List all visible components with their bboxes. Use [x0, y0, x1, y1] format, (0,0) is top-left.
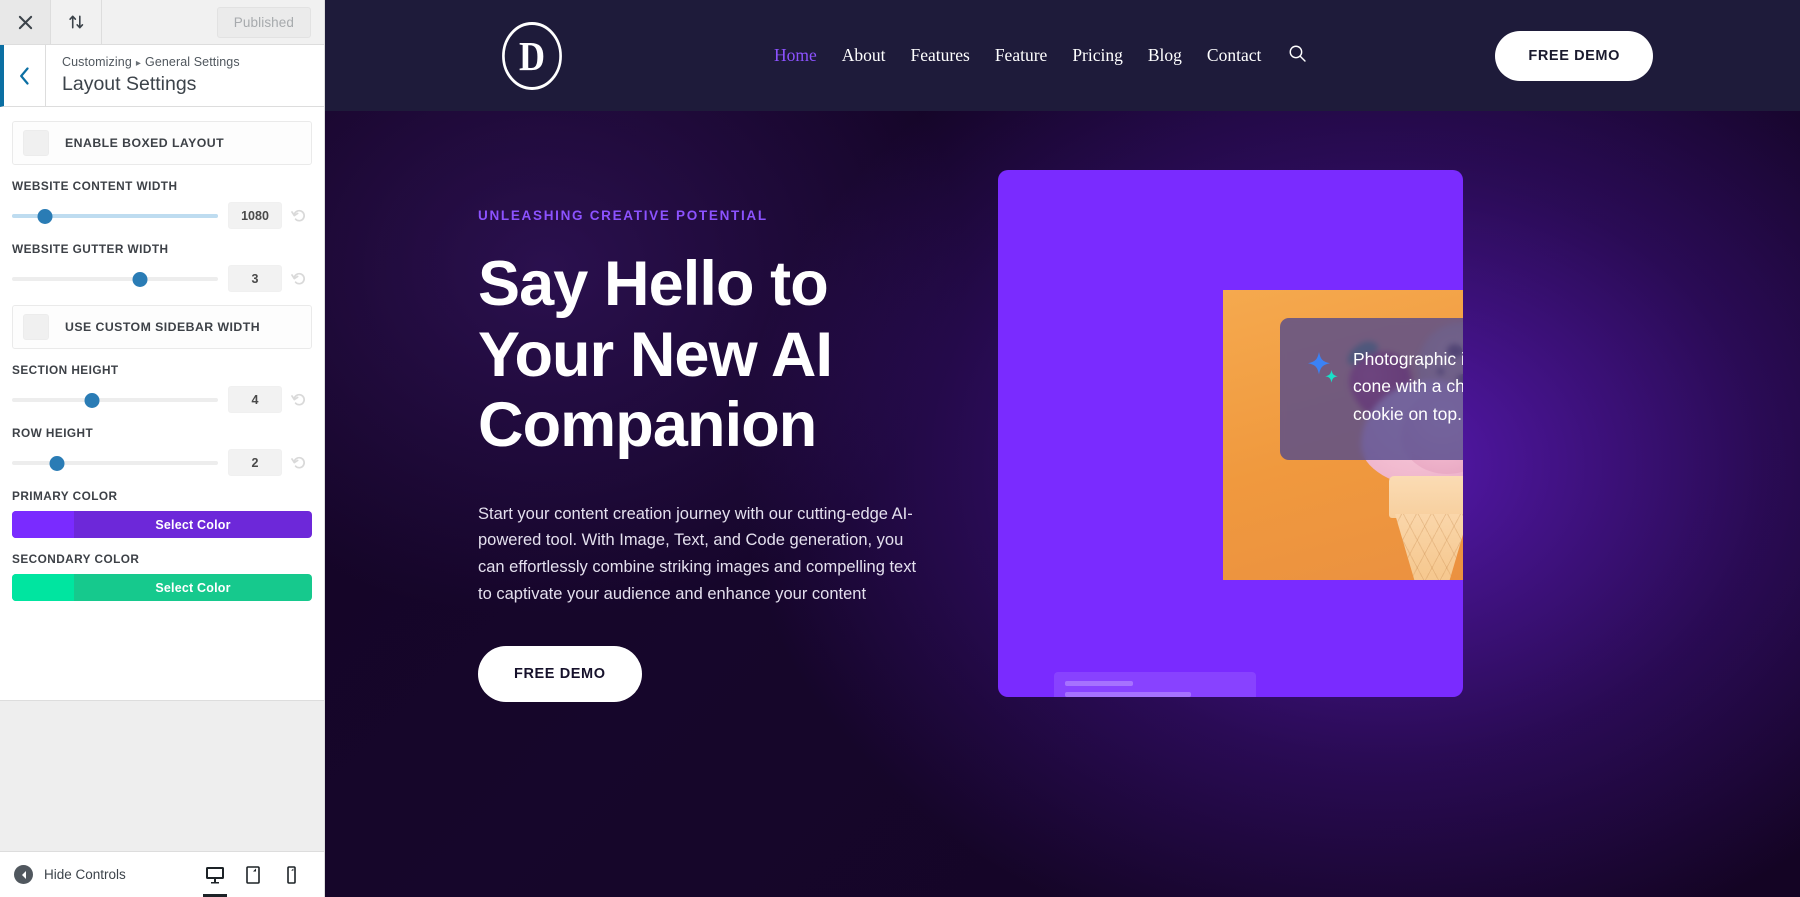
- range-control: ROW HEIGHT 2: [12, 426, 312, 476]
- site-header: D Home About Features Feature Pricing Blog Con…: [325, 0, 1800, 111]
- reset-icon[interactable]: [286, 455, 312, 471]
- nav-item-features[interactable]: Features: [911, 45, 970, 66]
- hero-section: UNLEASHING CREATIVE POTENTIAL Say Hello …: [325, 111, 1800, 897]
- main-navigation: Home About Features Feature Pricing Blog Conta…: [774, 43, 1309, 68]
- range-label: WEBSITE CONTENT WIDTH: [12, 179, 178, 193]
- range-control: WEBSITE CONTENT WIDTH 1080: [12, 179, 312, 229]
- checkbox-label: USE CUSTOM SIDEBAR WIDTH: [65, 320, 261, 334]
- ai-prompt-card: Photographic ice cream cone with a choco…: [1280, 318, 1463, 460]
- chevron-left-icon[interactable]: [4, 45, 46, 106]
- nav-item-pricing[interactable]: Pricing: [1072, 45, 1123, 66]
- page-title: Layout Settings: [62, 72, 197, 95]
- nav-item-blog[interactable]: Blog: [1148, 45, 1182, 66]
- select-color-button[interactable]: Select Color: [12, 574, 312, 601]
- customizer-panel: Published Customizing ▸ General Settings L…: [0, 0, 325, 897]
- range-control: WEBSITE GUTTER WIDTH 3: [12, 242, 312, 292]
- collapse-left-icon: [14, 865, 33, 884]
- select-color-button[interactable]: Select Color: [12, 511, 312, 538]
- customizer-controls: ENABLE BOXED LAYOUT WEBSITE CONTENT WIDTH…: [0, 107, 324, 700]
- sparkle-icon: [1304, 350, 1344, 392]
- range-value-input[interactable]: 4: [228, 386, 282, 413]
- hero-free-demo-button[interactable]: FREE DEMO: [478, 645, 642, 702]
- slider-track: [12, 460, 218, 465]
- nav-item-contact[interactable]: Contact: [1207, 45, 1261, 66]
- checkbox-box[interactable]: [23, 130, 49, 156]
- search-icon[interactable]: [1284, 40, 1315, 71]
- range-slider[interactable]: [12, 208, 218, 224]
- hero-paragraph: Start your content creation journey with…: [478, 504, 917, 603]
- device-preview-switcher: [196, 852, 310, 897]
- hero-eyebrow: UNLEASHING CREATIVE POTENTIAL: [478, 208, 768, 223]
- range-label: ROW HEIGHT: [12, 426, 94, 440]
- color-label: SECONDARY COLOR: [12, 552, 140, 566]
- customizer-empty-area: [0, 700, 324, 851]
- color-swatch: [12, 511, 74, 538]
- customizer-header: Customizing ▸ General Settings Layout Sett…: [0, 45, 324, 107]
- color-control: SECONDARY COLOR Select Color: [12, 552, 312, 601]
- hero-heading-line-3: Companion: [478, 390, 817, 461]
- nav-item-feature[interactable]: Feature: [995, 45, 1047, 66]
- slider-thumb[interactable]: [37, 208, 53, 224]
- checkbox-control[interactable]: USE CUSTOM SIDEBAR WIDTH: [12, 305, 312, 349]
- hero-heading-line-2: Your New AI: [478, 319, 833, 390]
- slider-thumb[interactable]: [132, 271, 148, 287]
- range-label: SECTION HEIGHT: [12, 363, 119, 377]
- site-preview: D Home About Features Feature Pricing Blog Con…: [325, 0, 1800, 897]
- customizer-toolbar: Published: [0, 0, 324, 45]
- hero-copy: UNLEASHING CREATIVE POTENTIAL Say Hello …: [478, 208, 948, 702]
- color-control: PRIMARY COLOR Select Color: [12, 489, 312, 538]
- nav-item-about[interactable]: About: [842, 45, 886, 66]
- color-label: PRIMARY COLOR: [12, 489, 118, 503]
- slider-thumb[interactable]: [49, 455, 65, 471]
- hero-heading: Say Hello to Your New AI Companion: [478, 249, 948, 461]
- hero-visual-card: Photographic ice cream cone with a choco…: [998, 170, 1463, 697]
- checkbox-control[interactable]: ENABLE BOXED LAYOUT: [12, 121, 312, 165]
- tablet-icon[interactable]: [234, 852, 272, 897]
- hero-heading-line-1: Say Hello to: [478, 249, 829, 319]
- hide-controls-label: Hide Controls: [44, 867, 126, 882]
- slider-track: [12, 397, 218, 402]
- code-snippet-block: [1054, 672, 1256, 697]
- range-value-input[interactable]: 2: [228, 449, 282, 476]
- cone-rim: [1389, 476, 1463, 518]
- slider-thumb[interactable]: [84, 392, 100, 408]
- range-value-input[interactable]: 3: [228, 265, 282, 292]
- customizer-footer: Hide Controls: [0, 851, 324, 897]
- hide-controls-button[interactable]: Hide Controls: [14, 865, 126, 884]
- customizer-titles: Customizing ▸ General Settings Layout Sett…: [46, 45, 240, 106]
- breadcrumb-parent: General Settings: [145, 55, 240, 69]
- reset-icon[interactable]: [286, 392, 312, 408]
- select-color-label: Select Color: [155, 517, 231, 532]
- slider-track: [12, 276, 218, 281]
- ai-prompt-text: Photographic ice cream cone with a choco…: [1353, 349, 1463, 424]
- select-color-label: Select Color: [155, 580, 231, 595]
- range-slider[interactable]: [12, 455, 218, 471]
- range-label: WEBSITE GUTTER WIDTH: [12, 242, 169, 256]
- checkbox-label: ENABLE BOXED LAYOUT: [65, 136, 225, 150]
- header-free-demo-button[interactable]: FREE DEMO: [1495, 30, 1653, 81]
- color-swatch: [12, 574, 74, 601]
- sort-arrows-icon[interactable]: [51, 0, 102, 44]
- range-value-input[interactable]: 1080: [228, 202, 282, 229]
- close-icon[interactable]: [0, 0, 51, 44]
- publish-status-button[interactable]: Published: [216, 6, 311, 38]
- cone-waffle-pattern: [1395, 514, 1463, 580]
- screen: Published Customizing ▸ General Settings L…: [0, 0, 1800, 897]
- range-slider[interactable]: [12, 392, 218, 408]
- breadcrumb-separator: ▸: [135, 58, 141, 69]
- reset-icon[interactable]: [286, 271, 312, 287]
- breadcrumb-root: Customizing: [62, 55, 132, 69]
- checkbox-box[interactable]: [23, 314, 49, 340]
- nav-item-home[interactable]: Home: [774, 45, 817, 66]
- mobile-icon[interactable]: [272, 852, 310, 897]
- range-control: SECTION HEIGHT 4: [12, 363, 312, 413]
- reset-icon[interactable]: [286, 208, 312, 224]
- range-slider[interactable]: [12, 271, 218, 287]
- divi-logo[interactable]: D: [502, 21, 562, 90]
- desktop-icon[interactable]: [196, 852, 234, 897]
- breadcrumb: Customizing ▸ General Settings: [62, 53, 240, 72]
